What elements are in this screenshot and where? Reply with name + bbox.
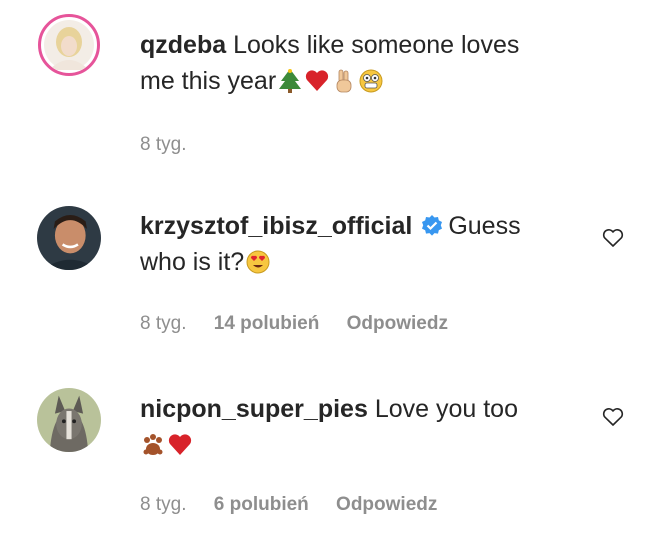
avatar-photo <box>37 388 101 452</box>
avatar-photo <box>44 20 94 70</box>
avatar-photo <box>37 206 101 270</box>
like-heart-icon[interactable] <box>601 226 625 250</box>
comment-meta: 8 tyg. 14 polubień Odpowiedz <box>140 313 470 335</box>
like-heart-icon[interactable] <box>601 405 625 429</box>
avatar[interactable] <box>37 206 101 270</box>
comment-text: qzdeba Looks like someone loves me this … <box>140 27 590 99</box>
grin-emoji <box>358 68 384 94</box>
timestamp: 8 tyg. <box>140 494 187 515</box>
timestamp: 8 tyg. <box>140 313 187 334</box>
heart-emoji <box>167 432 193 458</box>
peace-hand-emoji <box>331 68 357 94</box>
timestamp: 8 tyg. <box>140 134 187 155</box>
comment-meta: 8 tyg. 6 polubień Odpowiedz <box>140 494 459 516</box>
comment-text: krzysztof_ibisz_official Guess who is it? <box>140 208 590 280</box>
comment-body-line1: Love you too <box>374 395 518 423</box>
likes-count-link[interactable]: 14 polubień <box>214 313 320 334</box>
heart-eyes-emoji <box>245 249 271 275</box>
paw-emoji <box>140 432 166 458</box>
avatar[interactable] <box>38 14 100 76</box>
comment-text: nicpon_super_pies Love you too <box>140 391 590 463</box>
heart-emoji <box>304 68 330 94</box>
likes-count-link[interactable]: 6 polubień <box>214 494 309 515</box>
comment-body-line2: me this year <box>140 67 277 95</box>
username-link[interactable]: krzysztof_ibisz_official <box>140 212 412 240</box>
reply-button[interactable]: Odpowiedz <box>336 494 437 515</box>
avatar[interactable] <box>37 388 101 452</box>
comment-body-line1: Guess <box>448 212 521 240</box>
reply-button[interactable]: Odpowiedz <box>347 313 448 334</box>
username-link[interactable]: nicpon_super_pies <box>140 395 368 423</box>
comment-body-line2: who is it? <box>140 248 245 276</box>
comment-meta: 8 tyg. <box>140 134 208 156</box>
comment-body-line1: Looks like someone loves <box>233 31 520 59</box>
username-link[interactable]: qzdeba <box>140 31 226 59</box>
verified-badge-icon <box>420 214 444 238</box>
tree-emoji <box>277 68 303 94</box>
